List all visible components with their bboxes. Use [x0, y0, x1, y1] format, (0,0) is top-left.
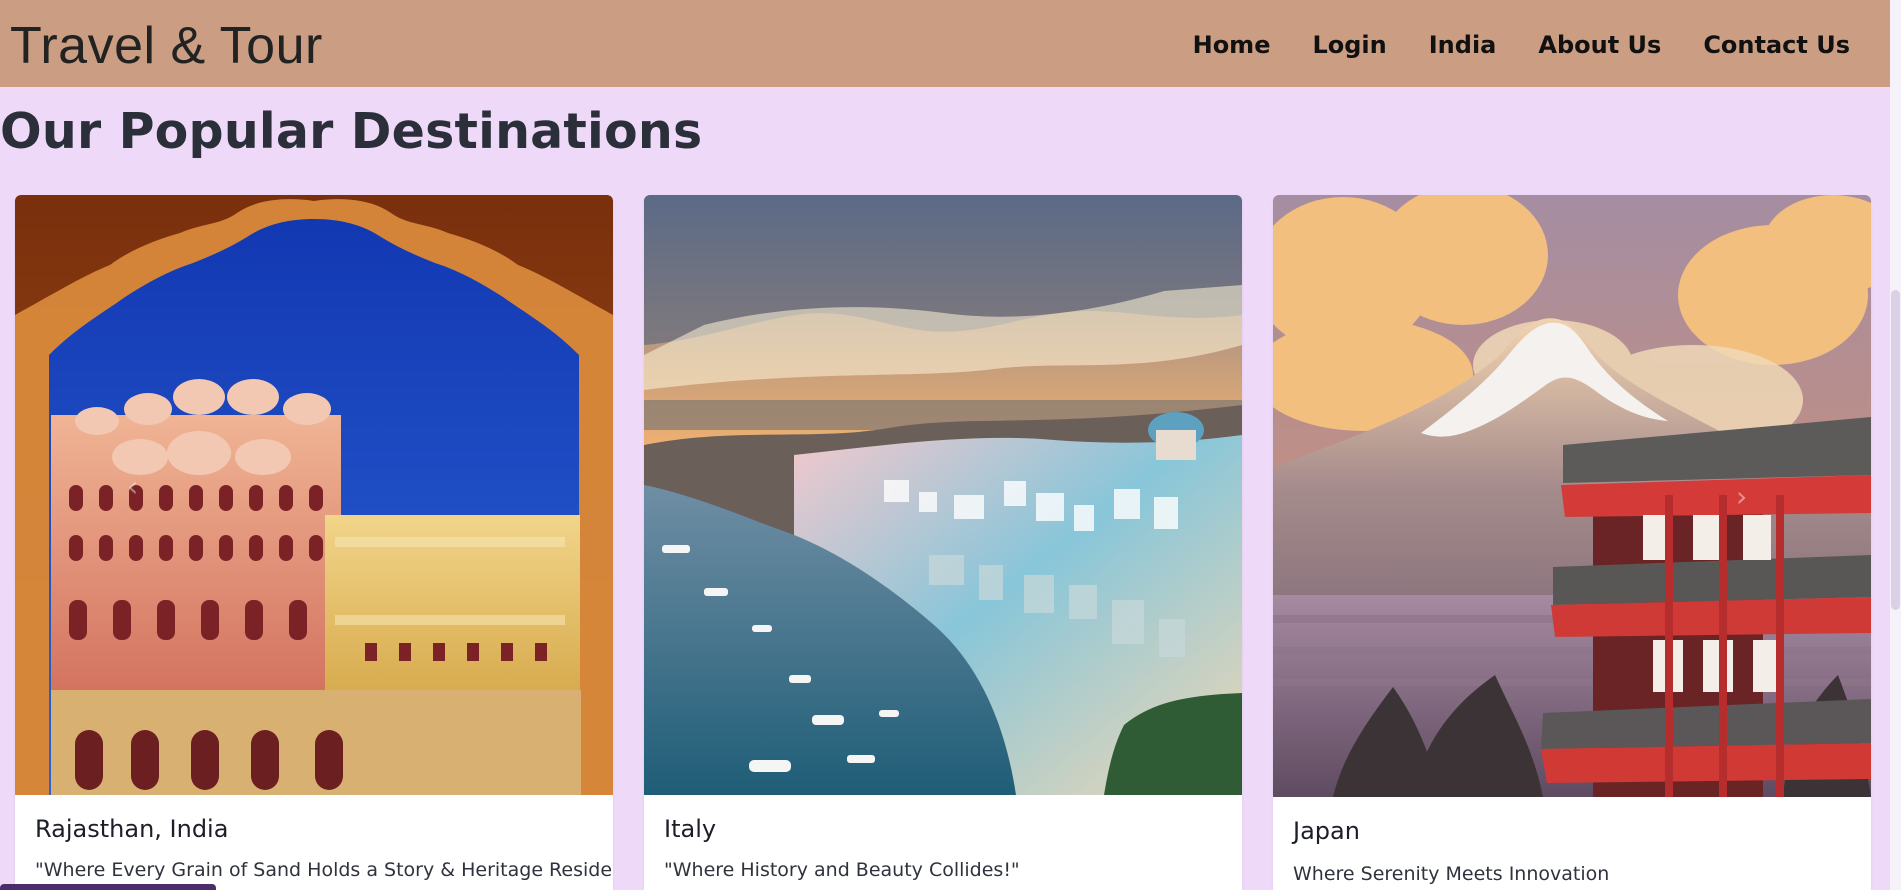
card-body-rajasthan: Rajasthan, India "Where Every Grain of S…: [15, 795, 613, 881]
nav-link-india[interactable]: India: [1429, 31, 1497, 59]
nav-link-home[interactable]: Home: [1193, 31, 1271, 59]
chevron-left-icon[interactable]: ‹: [127, 470, 138, 503]
italy-harbor-illustration: [644, 195, 1242, 795]
main-nav: Home Login India About Us Contact Us: [1193, 31, 1850, 59]
card-title-italy: Italy: [664, 815, 717, 843]
destination-image-rajasthan[interactable]: ‹: [15, 195, 613, 795]
rajasthan-palace-illustration: [15, 195, 613, 795]
destination-card-japan[interactable]: › Japan Where Serenity Meets Innovation: [1273, 195, 1871, 890]
card-text-italy: "Where History and Beauty Collides!": [664, 859, 1020, 881]
card-title-japan: Japan: [1293, 817, 1360, 845]
nav-link-login[interactable]: Login: [1312, 31, 1386, 59]
destination-image-japan[interactable]: ›: [1273, 195, 1871, 797]
brand-logo-text[interactable]: Travel & Tour: [10, 20, 323, 72]
section-title: Our Popular Destinations: [0, 103, 703, 160]
destination-card-italy[interactable]: Italy "Where History and Beauty Collides…: [644, 195, 1242, 890]
card-body-italy: Italy "Where History and Beauty Collides…: [644, 795, 1242, 881]
top-navbar: Travel & Tour Home Login India About Us …: [0, 0, 1890, 87]
bottom-overlay-bar: [0, 884, 216, 890]
card-body-japan: Japan Where Serenity Meets Innovation: [1273, 797, 1871, 885]
chevron-right-icon[interactable]: ›: [1736, 480, 1747, 513]
destination-card-rajasthan[interactable]: ‹ Rajasthan, India "Where Every Grain of…: [15, 195, 613, 890]
card-text-rajasthan: "Where Every Grain of Sand Holds a Story…: [35, 859, 613, 881]
card-text-japan: Where Serenity Meets Innovation: [1293, 863, 1610, 885]
destination-image-italy[interactable]: [644, 195, 1242, 795]
nav-link-about-us[interactable]: About Us: [1538, 31, 1661, 59]
vertical-scrollbar[interactable]: [1890, 0, 1901, 890]
page: Travel & Tour Home Login India About Us …: [0, 0, 1901, 890]
scrollbar-thumb[interactable]: [1891, 290, 1900, 610]
japan-pagoda-illustration: [1273, 195, 1871, 797]
card-title-rajasthan: Rajasthan, India: [35, 815, 229, 843]
destination-cards: ‹ Rajasthan, India "Where Every Grain of…: [0, 195, 1890, 890]
nav-link-contact-us[interactable]: Contact Us: [1703, 31, 1850, 59]
